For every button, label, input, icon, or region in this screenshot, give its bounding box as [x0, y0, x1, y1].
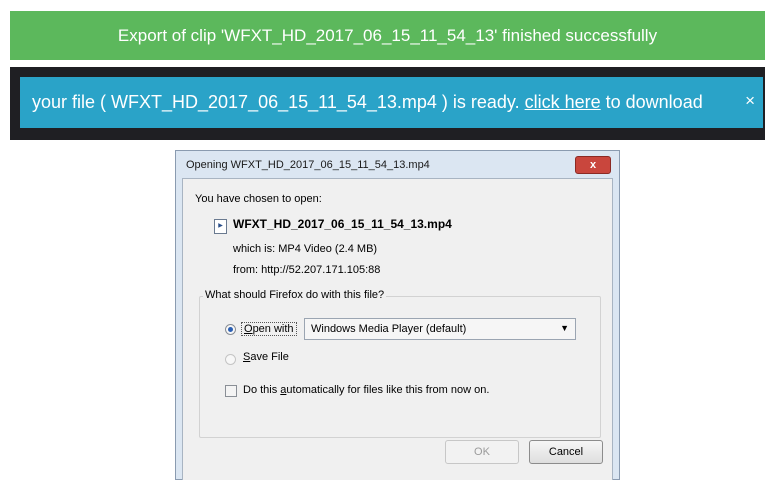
export-success-banner: Export of clip 'WFXT_HD_2017_06_15_11_54… [10, 11, 765, 60]
auto-label-part2: utomatically for files like this from no… [286, 384, 490, 396]
dialog-close-button[interactable]: x [575, 156, 611, 174]
open-with-label-rest: pen with [252, 323, 294, 335]
download-message-prefix: your file ( WFXT_HD_2017_06_15_11_54_13.… [32, 92, 525, 112]
export-success-message: Export of clip 'WFXT_HD_2017_06_15_11_54… [117, 25, 658, 45]
ok-button-label: OK [474, 446, 490, 458]
chevron-down-icon: ▼ [560, 323, 569, 333]
close-icon: x [589, 159, 597, 171]
application-select[interactable]: Windows Media Player (default) ▼ [304, 318, 576, 340]
action-question: What should Firefox do with this file? [203, 289, 387, 301]
download-link[interactable]: click here [525, 92, 601, 113]
dialog-title: Opening WFXT_HD_2017_06_15_11_54_13.mp4 [186, 158, 430, 171]
open-with-label[interactable]: Open with [241, 322, 297, 336]
ok-button[interactable]: OK [445, 440, 519, 464]
save-file-label-rest: ave File [250, 351, 289, 363]
open-intro-text: You have chosen to open: [195, 193, 322, 205]
application-select-value: Windows Media Player (default) [311, 323, 467, 335]
auto-action-label[interactable]: Do this automatically for files like thi… [243, 384, 489, 396]
download-banner-frame: your file ( WFXT_HD_2017_06_15_11_54_13.… [10, 67, 765, 140]
media-file-icon: ▶ [214, 219, 227, 234]
cancel-button-label: Cancel [548, 446, 584, 458]
dialog-body: You have chosen to open: ▶ WFXT_HD_2017_… [182, 178, 613, 480]
open-with-accesskey: O [244, 323, 253, 335]
save-file-radio[interactable] [225, 354, 236, 365]
auto-label-part1: Do this [243, 384, 281, 396]
open-with-radio[interactable] [225, 324, 236, 335]
open-file-dialog: Opening WFXT_HD_2017_06_15_11_54_13.mp4 … [175, 150, 620, 480]
close-icon[interactable]: × [745, 91, 755, 111]
download-message-suffix: to download [600, 92, 703, 112]
dialog-titlebar: Opening WFXT_HD_2017_06_15_11_54_13.mp4 … [176, 151, 619, 178]
save-file-label[interactable]: Save File [243, 351, 289, 363]
file-source-text: from: http://52.207.171.105:88 [233, 264, 381, 276]
download-ready-banner: your file ( WFXT_HD_2017_06_15_11_54_13.… [20, 77, 763, 128]
radio-selected-dot [228, 327, 233, 332]
file-name: WFXT_HD_2017_06_15_11_54_13.mp4 [233, 217, 452, 231]
cancel-button[interactable]: Cancel [529, 440, 603, 464]
file-type-text: which is: MP4 Video (2.4 MB) [233, 243, 378, 255]
auto-action-checkbox[interactable] [225, 385, 237, 397]
